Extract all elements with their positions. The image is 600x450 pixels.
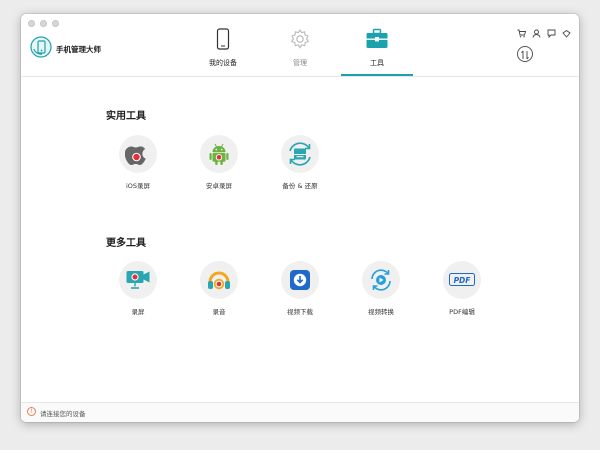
pdf-icon-text: PDF [454, 276, 472, 285]
tab-my-device[interactable]: 我的设备 [187, 26, 259, 76]
top-icons [517, 23, 571, 39]
apple-record-icon [125, 146, 146, 165]
tool-icon-circle [200, 261, 238, 299]
tool-icon-circle: PDF [443, 261, 481, 299]
screen-record-icon [126, 271, 150, 289]
gift-icon[interactable] [562, 23, 571, 38]
user-icon[interactable] [532, 23, 541, 38]
pdf-edit-icon: PDF [449, 273, 475, 286]
tool-backup-restore[interactable]: 备份 & 还原 [265, 135, 335, 190]
tool-label: 视频下载 [287, 308, 313, 316]
android-record-icon [209, 143, 229, 165]
video-convert-icon [371, 269, 391, 291]
feedback-icon[interactable] [547, 23, 556, 39]
tab-label: 我的设备 [209, 59, 237, 67]
header: 手机管理大师 我的设备 管理 工具 [21, 14, 579, 77]
connection-status: 请连接您的设备 [40, 410, 86, 418]
tool-icon-circle [281, 261, 319, 299]
transfer-arrows-icon [521, 50, 529, 60]
tab-label: 工具 [370, 59, 384, 67]
sync-button[interactable] [517, 46, 533, 62]
section-title-practical: 实用工具 [106, 111, 146, 122]
brand: 手机管理大师 [30, 36, 101, 62]
tool-icon-circle [281, 135, 319, 173]
tool-label: 视频转换 [368, 308, 394, 316]
app-title: 手机管理大师 [56, 44, 101, 54]
tool-icon-circle [362, 261, 400, 299]
tool-icon-circle [119, 261, 157, 299]
toolbox-icon [341, 28, 413, 54]
tool-icon-circle [200, 135, 238, 173]
cart-icon[interactable] [517, 23, 527, 38]
tab-tools[interactable]: 工具 [341, 26, 413, 76]
tool-video-convert[interactable]: 视频转换 [346, 261, 416, 316]
tool-label: 安卓录屏 [206, 182, 232, 190]
tool-label: 备份 & 还原 [282, 182, 318, 190]
tool-android-record[interactable]: 安卓录屏 [184, 135, 254, 190]
phone-icon [187, 28, 259, 54]
tool-label: iOS录屏 [125, 182, 151, 190]
tool-icon-circle [119, 135, 157, 173]
tool-video-download[interactable]: 视频下载 [265, 261, 335, 316]
warning-icon: ! [27, 407, 36, 416]
tool-label: 录音 [212, 308, 226, 316]
section-title-more: 更多工具 [106, 238, 146, 249]
tool-pdf-edit[interactable]: PDF PDF编辑 [427, 261, 497, 316]
tool-ios-record[interactable]: iOS录屏 [103, 135, 173, 190]
tool-screen-record[interactable]: 录屏 [103, 261, 173, 316]
app-window: 手机管理大师 我的设备 管理 工具 实用工具 iOS录屏 安卓录屏 备份 & 还… [21, 14, 579, 422]
status-bar: ! 请连接您的设备 [21, 402, 579, 422]
tool-audio-record[interactable]: 录音 [184, 261, 254, 316]
gear-icon [264, 28, 336, 54]
tab-label: 管理 [293, 59, 307, 67]
audio-record-icon [208, 271, 230, 290]
backup-restore-icon [289, 142, 311, 166]
video-download-icon [290, 270, 310, 290]
app-logo-icon [30, 36, 52, 62]
tab-manage[interactable]: 管理 [264, 26, 336, 76]
tool-label: PDF编辑 [449, 308, 475, 316]
tool-label: 录屏 [131, 308, 145, 316]
